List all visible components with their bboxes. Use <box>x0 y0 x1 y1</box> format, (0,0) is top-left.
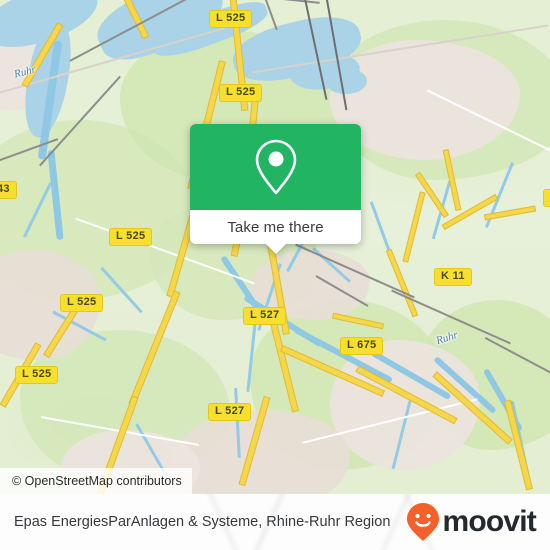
road-shield-l525[interactable]: L 525 <box>209 10 253 28</box>
card-cta-area[interactable]: Take me there <box>190 210 361 254</box>
road-shield-l525[interactable]: L 525 <box>60 294 104 312</box>
map-pin-icon <box>255 139 296 195</box>
moovit-smiley-pin-icon <box>407 503 440 541</box>
take-me-there-label: Take me there <box>227 218 324 236</box>
road-shield-clipped-right[interactable] <box>543 189 550 207</box>
card-icon-area <box>190 124 361 210</box>
map-attribution[interactable]: © OpenStreetMap contributors <box>0 468 192 494</box>
road-shield-43-clipped[interactable]: 43 <box>0 181 17 199</box>
road-shield-l675[interactable]: L 675 <box>340 337 384 355</box>
place-title: Epas EnergiesParAnlagen & Systeme, Rhine… <box>14 513 391 530</box>
road-shield-l525[interactable]: L 525 <box>109 228 153 246</box>
moovit-logo[interactable]: moovit <box>406 502 550 542</box>
road-shield-l527[interactable]: L 527 <box>208 403 252 421</box>
footer-bar: Epas EnergiesParAnlagen & Systeme, Rhine… <box>0 494 550 550</box>
card-pointer-tail <box>264 243 287 254</box>
road-shield-l525[interactable]: L 525 <box>219 84 263 102</box>
road-shield-k11[interactable]: K 11 <box>434 268 472 286</box>
road-shield-l525[interactable]: L 525 <box>15 366 59 384</box>
location-callout-card[interactable]: Take me there <box>190 124 361 254</box>
road-shield-l527[interactable]: L 527 <box>243 307 287 325</box>
moovit-wordmark: moovit <box>442 505 536 538</box>
map-water-body <box>325 68 367 94</box>
moovit-location-card-screen: Ruhr Ruhr L 525 L 525 43 L 525 K 11 L 52… <box>0 0 550 550</box>
